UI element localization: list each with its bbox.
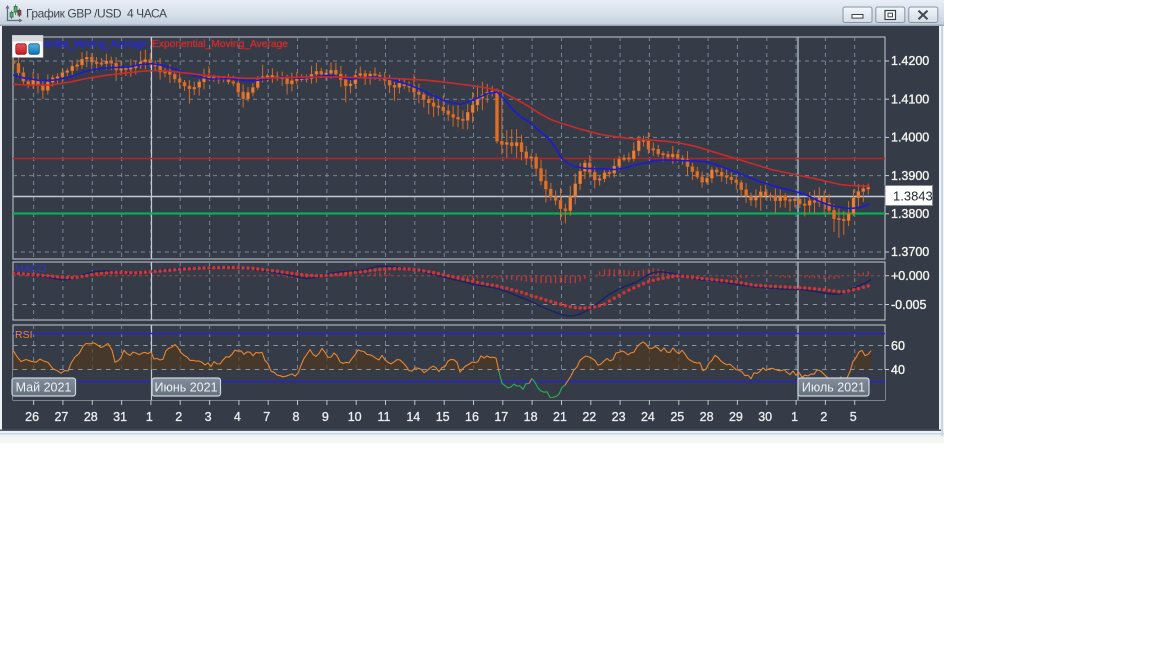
svg-text:5: 5 xyxy=(850,410,857,424)
svg-text:21: 21 xyxy=(553,410,567,424)
svg-text:1: 1 xyxy=(791,410,798,424)
svg-text:9: 9 xyxy=(322,410,329,424)
svg-text:16: 16 xyxy=(465,410,479,424)
svg-text:23: 23 xyxy=(612,410,626,424)
svg-text:1.3700: 1.3700 xyxy=(891,245,929,259)
svg-text:1.3843: 1.3843 xyxy=(893,189,933,204)
svg-text:2: 2 xyxy=(175,410,182,424)
svg-text:1.3900: 1.3900 xyxy=(891,169,929,183)
svg-text:10: 10 xyxy=(348,410,362,424)
svg-text:График GBP /USD 4 ЧАСА: График GBP /USD 4 ЧАСА xyxy=(26,7,167,21)
svg-text:28: 28 xyxy=(84,410,98,424)
svg-text:MACD: MACD xyxy=(15,263,46,275)
svg-text:15: 15 xyxy=(436,410,450,424)
svg-text:1.4200: 1.4200 xyxy=(891,54,929,68)
svg-text:29: 29 xyxy=(729,410,743,424)
svg-text:2: 2 xyxy=(820,410,827,424)
svg-text:14: 14 xyxy=(406,410,420,424)
svg-text:25: 25 xyxy=(670,410,684,424)
svg-text:1.4000: 1.4000 xyxy=(891,131,929,145)
svg-text:Июнь 2021: Июнь 2021 xyxy=(154,381,217,395)
svg-text:Июль 2021: Июль 2021 xyxy=(802,381,865,395)
svg-text:7: 7 xyxy=(263,410,270,424)
svg-text:1: 1 xyxy=(146,410,153,424)
svg-text:1.4100: 1.4100 xyxy=(891,92,929,106)
svg-text:27: 27 xyxy=(54,410,68,424)
svg-text:30: 30 xyxy=(758,410,772,424)
svg-text:3: 3 xyxy=(205,410,212,424)
svg-text:60: 60 xyxy=(891,339,905,353)
svg-text:40: 40 xyxy=(891,363,905,377)
svg-text:-0.005: -0.005 xyxy=(891,298,926,312)
svg-text:26: 26 xyxy=(25,410,39,424)
svg-text:Май 2021: Май 2021 xyxy=(16,381,72,395)
svg-text:31: 31 xyxy=(113,410,127,424)
svg-text:Exponential_Moving_Average: Exponential_Moving_Average xyxy=(152,39,288,50)
svg-text:+0.000: +0.000 xyxy=(891,269,930,283)
svg-text:22: 22 xyxy=(582,410,596,424)
svg-text:17: 17 xyxy=(494,410,508,424)
svg-text:24: 24 xyxy=(641,410,655,424)
svg-text:8: 8 xyxy=(293,410,300,424)
svg-text:1.3800: 1.3800 xyxy=(891,207,929,221)
svg-text:11: 11 xyxy=(378,410,391,424)
svg-text:4: 4 xyxy=(234,410,241,424)
svg-text:18: 18 xyxy=(524,410,538,424)
svg-text:RSI: RSI xyxy=(15,329,33,341)
svg-text:28: 28 xyxy=(700,410,714,424)
